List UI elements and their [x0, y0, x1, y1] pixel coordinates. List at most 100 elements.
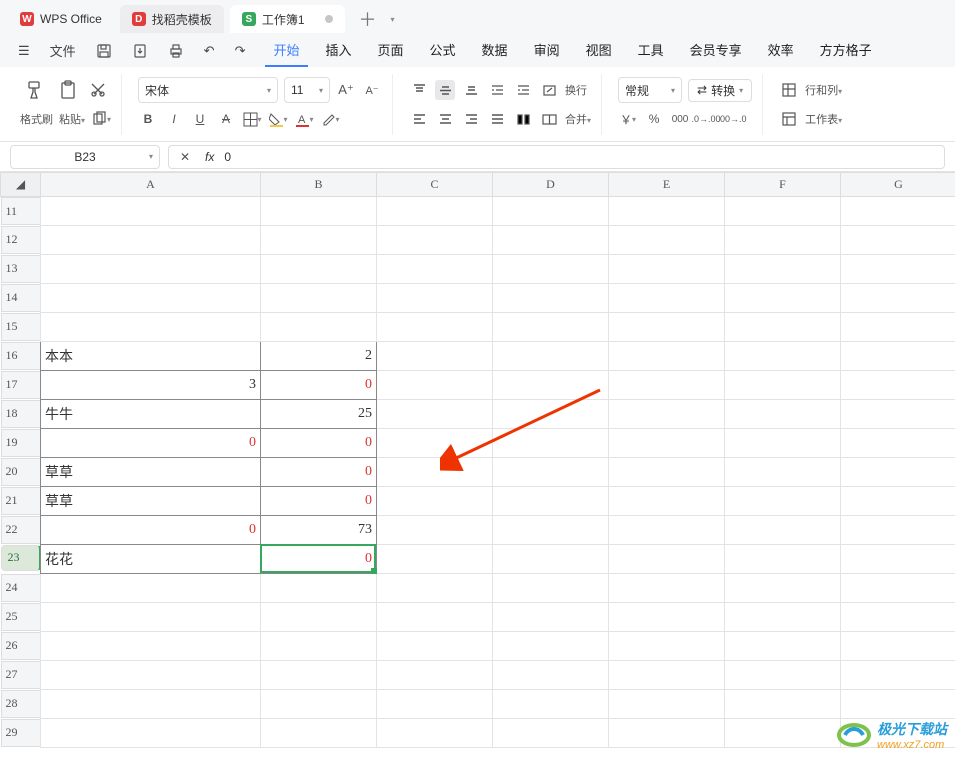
col-header-A[interactable]: A — [41, 173, 261, 197]
tab-view[interactable]: 视图 — [578, 34, 620, 67]
cell-D21[interactable] — [493, 487, 609, 516]
cell-F24[interactable] — [725, 574, 841, 603]
percent-icon[interactable]: % — [644, 109, 664, 129]
fill-color-icon[interactable]: ▾ — [268, 109, 288, 129]
row-header-12[interactable]: 12 — [1, 226, 41, 254]
row-header-27[interactable]: 27 — [1, 661, 41, 689]
cell-B20[interactable]: 0 — [261, 458, 377, 487]
rowcol-button[interactable]: 行和列▾ — [805, 82, 842, 98]
tab-insert[interactable]: 插入 — [318, 34, 360, 67]
cell-B28[interactable] — [261, 690, 377, 719]
cell-B18[interactable]: 25 — [261, 400, 377, 429]
align-center-icon[interactable] — [435, 109, 455, 129]
cell-E25[interactable] — [609, 603, 725, 632]
cell-B24[interactable] — [261, 574, 377, 603]
cell-A25[interactable] — [41, 603, 261, 632]
cell-E24[interactable] — [609, 574, 725, 603]
cell-A26[interactable] — [41, 632, 261, 661]
hamburger-icon[interactable]: ☰ — [10, 39, 38, 63]
cell-G20[interactable] — [841, 458, 955, 487]
cell-G15[interactable] — [841, 313, 955, 342]
increase-decimal-icon[interactable]: .0→.00 — [696, 109, 716, 129]
col-header-F[interactable]: F — [725, 173, 841, 197]
cell-G23[interactable] — [841, 545, 955, 574]
italic-icon[interactable]: I — [164, 109, 184, 129]
cell-E27[interactable] — [609, 661, 725, 690]
cell-B11[interactable] — [261, 197, 377, 226]
cell-C27[interactable] — [377, 661, 493, 690]
align-bottom-icon[interactable] — [461, 80, 481, 100]
cell-G13[interactable] — [841, 255, 955, 284]
cell-A29[interactable] — [41, 719, 261, 748]
cell-C13[interactable] — [377, 255, 493, 284]
cell-F19[interactable] — [725, 429, 841, 458]
cell-A17[interactable]: 3 — [41, 371, 261, 400]
cell-A20[interactable]: 草草 — [41, 458, 261, 487]
tab-menu-chevron-icon[interactable]: ▾ — [391, 15, 395, 24]
file-menu[interactable]: 文件 — [42, 37, 84, 64]
cell-G27[interactable] — [841, 661, 955, 690]
cell-C28[interactable] — [377, 690, 493, 719]
cell-A14[interactable] — [41, 284, 261, 313]
currency-icon[interactable]: ￥▾ — [618, 109, 638, 129]
cell-D22[interactable] — [493, 516, 609, 545]
cell-D13[interactable] — [493, 255, 609, 284]
cell-G21[interactable] — [841, 487, 955, 516]
row-header-24[interactable]: 24 — [1, 574, 41, 602]
cell-F22[interactable] — [725, 516, 841, 545]
cell-C12[interactable] — [377, 226, 493, 255]
cell-A21[interactable]: 草草 — [41, 487, 261, 516]
cell-C15[interactable] — [377, 313, 493, 342]
cell-C25[interactable] — [377, 603, 493, 632]
cancel-icon[interactable]: ✕ — [175, 147, 195, 167]
number-format-select[interactable]: 常规▾ — [618, 77, 682, 103]
indent-decrease-icon[interactable] — [487, 80, 507, 100]
cell-B12[interactable] — [261, 226, 377, 255]
cell-G24[interactable] — [841, 574, 955, 603]
cell-F18[interactable] — [725, 400, 841, 429]
paste-button[interactable] — [54, 78, 82, 102]
thousands-icon[interactable]: 000 — [670, 109, 690, 129]
cell-E13[interactable] — [609, 255, 725, 284]
cell-D28[interactable] — [493, 690, 609, 719]
cell-E15[interactable] — [609, 313, 725, 342]
cell-E28[interactable] — [609, 690, 725, 719]
cell-A18[interactable]: 牛牛 — [41, 400, 261, 429]
cell-D24[interactable] — [493, 574, 609, 603]
cell-G26[interactable] — [841, 632, 955, 661]
row-header-18[interactable]: 18 — [1, 400, 41, 428]
cell-F15[interactable] — [725, 313, 841, 342]
cell-E22[interactable] — [609, 516, 725, 545]
cell-D29[interactable] — [493, 719, 609, 748]
cell-D18[interactable] — [493, 400, 609, 429]
template-tab[interactable]: D 找稻壳模板 — [120, 5, 224, 33]
tab-tools[interactable]: 工具 — [630, 34, 672, 67]
align-top-icon[interactable] — [409, 80, 429, 100]
cell-B23[interactable]: 0 — [261, 545, 377, 574]
cell-B21[interactable]: 0 — [261, 487, 377, 516]
cell-E14[interactable] — [609, 284, 725, 313]
align-right-icon[interactable] — [461, 109, 481, 129]
merge-cells-icon[interactable] — [539, 109, 559, 129]
cell-E11[interactable] — [609, 197, 725, 226]
cell-D26[interactable] — [493, 632, 609, 661]
cell-F23[interactable] — [725, 545, 841, 574]
decrease-decimal-icon[interactable]: .00→.0 — [722, 109, 742, 129]
row-header-26[interactable]: 26 — [1, 632, 41, 660]
cell-A16[interactable]: 本本 — [41, 342, 261, 371]
cell-D27[interactable] — [493, 661, 609, 690]
row-header-22[interactable]: 22 — [1, 516, 41, 544]
cell-A19[interactable]: 0 — [41, 429, 261, 458]
workbook-tab[interactable]: S 工作簿1 — [230, 5, 345, 33]
underline-icon[interactable]: U — [190, 109, 210, 129]
font-size-select[interactable]: 11▾ — [284, 77, 330, 103]
fx-icon[interactable]: fx — [205, 150, 214, 164]
orientation-icon[interactable] — [539, 80, 559, 100]
tab-page[interactable]: 页面 — [370, 34, 412, 67]
row-header-29[interactable]: 29 — [1, 719, 41, 747]
bold-icon[interactable]: B — [138, 109, 158, 129]
border-icon[interactable]: ▾ — [242, 109, 262, 129]
select-all-corner[interactable]: ◢ — [1, 173, 41, 197]
cell-F11[interactable] — [725, 197, 841, 226]
cell-B27[interactable] — [261, 661, 377, 690]
